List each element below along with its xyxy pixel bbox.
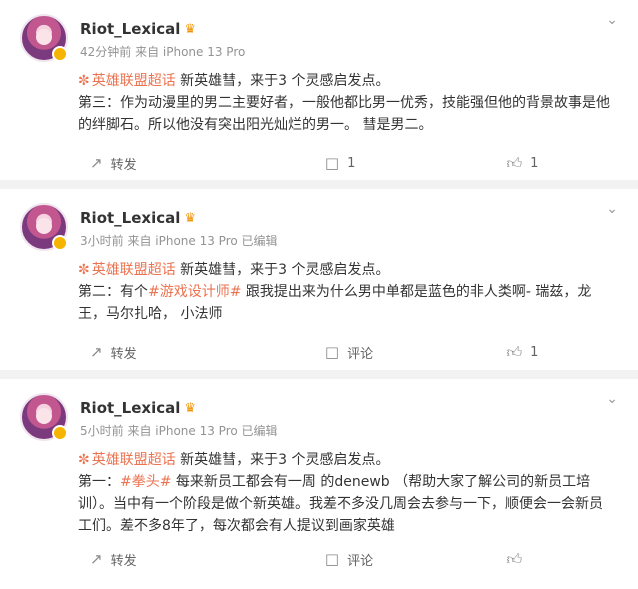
avatar[interactable] [20, 14, 68, 62]
post-headline: 新英雄彗，来于3 个灵感启发点。 [175, 452, 390, 468]
post-time-source: 42分钟前 来自 iPhone 13 Pro [80, 45, 246, 59]
comment-icon: □ [324, 550, 340, 568]
post-header: Riot_Lexical ♛ 5小时前 来自 iPhone 13 Pro 已编辑 [20, 393, 622, 449]
super-topic-link[interactable]: 英雄联盟超话 [92, 452, 176, 468]
post-meta: Riot_Lexical ♛ 3小时前 来自 iPhone 13 Pro 已编辑 [80, 203, 278, 248]
hashtag-link[interactable]: #游戏设计师# [148, 284, 241, 300]
super-topic-link[interactable]: 英雄联盟超话 [92, 262, 176, 278]
share-button[interactable]: ↗ 转发 [90, 343, 259, 362]
super-topic-icon: ✼ [78, 452, 90, 468]
like-button[interactable]: 👍︎ 1 [440, 154, 622, 173]
post-card: ⌄ Riot_Lexical ♛ 3小时前 来自 iPhone 13 Pro 已… [0, 189, 638, 370]
thumbs-up-icon: 👍︎ [506, 153, 523, 172]
post-paragraph: 第三：作为动漫里的男二主要好者，一般他都比男一优秀，技能强但他的背景故事是他的绊… [78, 95, 610, 133]
comment-count: 1 [347, 155, 356, 171]
super-topic-icon: ✼ [78, 73, 90, 89]
chevron-down-icon[interactable]: ⌄ [606, 391, 618, 407]
avatar[interactable] [20, 203, 68, 251]
weibo-feed: ⌄ Riot_Lexical ♛ 42分钟前 来自 iPhone 13 Pro … [0, 0, 638, 589]
crown-icon: ♛ [184, 400, 197, 416]
share-label: 转发 [110, 157, 137, 173]
post-text: ✼ 英雄联盟超话 新英雄彗，来于3 个灵感启发点。 第三：作为动漫里的男二主要好者… [20, 70, 622, 136]
post-meta: Riot_Lexical ♛ 5小时前 来自 iPhone 13 Pro 已编辑 [80, 393, 278, 438]
share-icon: ↗ [90, 154, 103, 172]
like-button[interactable]: 👍︎ 1 [440, 343, 622, 362]
paragraph-text: 第二：有个 [78, 284, 148, 300]
post-headline: 新英雄彗，来于3 个灵感启发点。 [175, 262, 390, 278]
post-text: ✼ 英雄联盟超话 新英雄彗，来于3 个灵感启发点。 第一：#拳头# 每来新员工都会… [20, 449, 622, 537]
post-time-source: 3小时前 来自 iPhone 13 Pro 已编辑 [80, 234, 278, 248]
paragraph-text: 第一： [78, 474, 120, 490]
author-name[interactable]: Riot_Lexical [80, 20, 180, 38]
post-card: ⌄ Riot_Lexical ♛ 42分钟前 来自 iPhone 13 Pro … [0, 0, 638, 180]
super-topic-icon: ✼ [78, 262, 90, 278]
author-name[interactable]: Riot_Lexical [80, 399, 180, 417]
post-actions: ↗ 转发 □ 评论 👍︎ [20, 537, 622, 581]
post-text: ✼ 英雄联盟超话 新英雄彗，来于3 个灵感启发点。 第二：有个#游戏设计师# 跟我… [20, 259, 622, 325]
post-paragraph: 第二：有个#游戏设计师# 跟我提出来为什么男中单都是蓝色的非人类啊- 瑞兹，龙王… [78, 281, 614, 325]
post-headline: 新英雄彗，来于3 个灵感启发点。 [175, 73, 390, 89]
hashtag-link[interactable]: #拳头# [120, 474, 171, 490]
comment-icon: □ [324, 343, 340, 361]
like-count: 1 [530, 155, 539, 171]
author-name[interactable]: Riot_Lexical [80, 209, 180, 227]
post-actions: ↗ 转发 □ 评论 👍︎ 1 [20, 325, 622, 379]
comment-button[interactable]: □ 评论 [259, 550, 441, 569]
share-icon: ↗ [90, 343, 103, 361]
post-time-source: 5小时前 来自 iPhone 13 Pro 已编辑 [80, 424, 278, 438]
share-icon: ↗ [90, 550, 103, 568]
post-card: ⌄ Riot_Lexical ♛ 5小时前 来自 iPhone 13 Pro 已… [0, 379, 638, 589]
comment-button[interactable]: □ 1 [259, 154, 441, 172]
post-actions: ↗ 转发 □ 1 👍︎ 1 [20, 136, 622, 190]
share-button[interactable]: ↗ 转发 [90, 550, 259, 569]
post-meta: Riot_Lexical ♛ 42分钟前 来自 iPhone 13 Pro [80, 14, 245, 59]
share-label: 转发 [110, 553, 137, 569]
comment-icon: □ [324, 154, 340, 172]
verified-badge-icon [52, 425, 68, 441]
post-header: Riot_Lexical ♛ 3小时前 来自 iPhone 13 Pro 已编辑 [20, 203, 622, 259]
thumbs-up-icon: 👍︎ [506, 549, 523, 568]
like-button[interactable]: 👍︎ [440, 550, 622, 569]
like-count: 1 [530, 344, 539, 360]
share-label: 转发 [110, 346, 137, 362]
chevron-down-icon[interactable]: ⌄ [606, 201, 618, 217]
share-button[interactable]: ↗ 转发 [90, 154, 259, 173]
post-paragraph: 第一：#拳头# 每来新员工都会有一周 的denewb （帮助大家了解公司的新员工… [78, 471, 614, 537]
comment-label: 评论 [347, 553, 374, 569]
thumbs-up-icon: 👍︎ [506, 342, 523, 361]
comment-label: 评论 [347, 346, 374, 362]
super-topic-link[interactable]: 英雄联盟超话 [92, 73, 176, 89]
avatar[interactable] [20, 393, 68, 441]
verified-badge-icon [52, 46, 68, 62]
comment-button[interactable]: □ 评论 [259, 343, 441, 362]
crown-icon: ♛ [184, 21, 197, 37]
verified-badge-icon [52, 235, 68, 251]
post-header: Riot_Lexical ♛ 42分钟前 来自 iPhone 13 Pro [20, 14, 622, 70]
crown-icon: ♛ [184, 210, 197, 226]
chevron-down-icon[interactable]: ⌄ [606, 12, 618, 28]
